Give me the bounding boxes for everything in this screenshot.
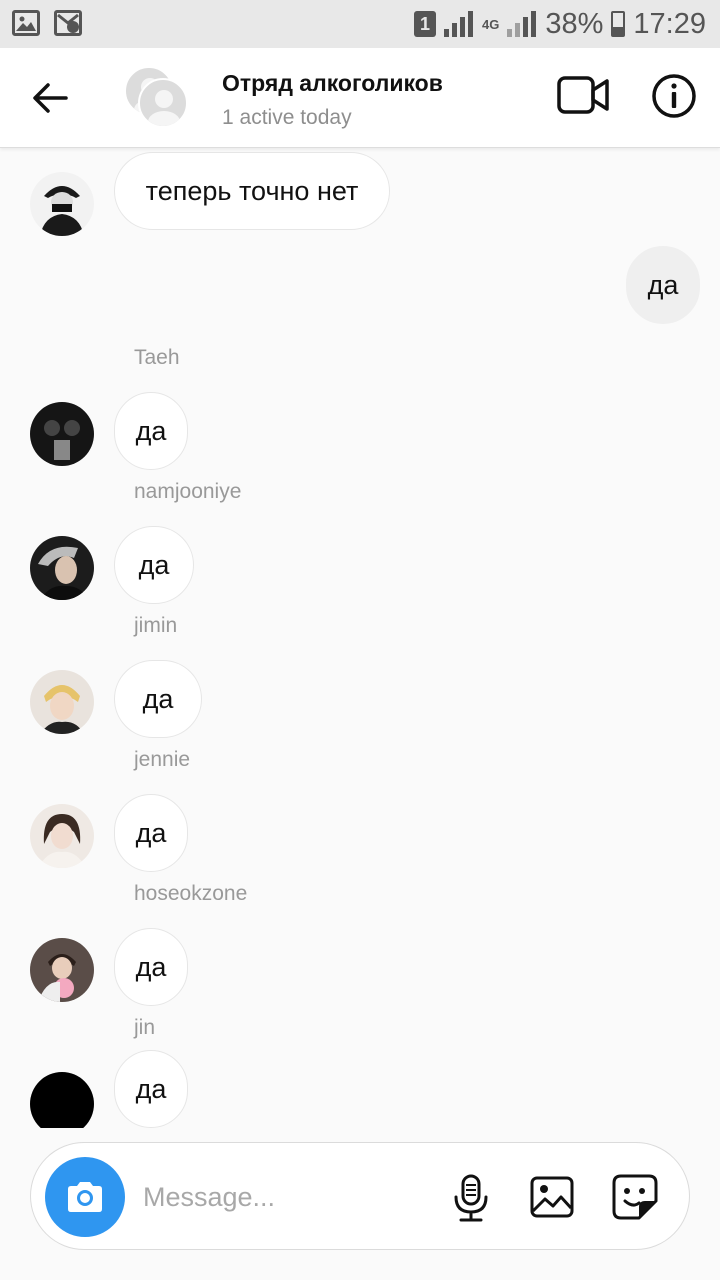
sender-name: jimin <box>134 614 178 637</box>
signal-strength-icon <box>507 11 537 37</box>
chat-header: Отряд алкоголиков 1 active today <box>0 48 720 148</box>
video-camera-icon <box>557 76 609 114</box>
sender-name: namjooniye <box>134 480 242 503</box>
message-bubble[interactable]: да <box>114 794 188 872</box>
voice-message-button[interactable] <box>449 1173 493 1223</box>
sender-name: Taeh <box>134 346 180 369</box>
sender-name: hoseokzone <box>134 882 248 905</box>
active-status: 1 active today <box>222 106 352 129</box>
avatar[interactable] <box>30 536 94 600</box>
gallery-button[interactable] <box>529 1175 575 1219</box>
status-bar: 1 4G 38% 17:29 <box>0 0 720 48</box>
group-avatar[interactable] <box>124 66 190 128</box>
avatar[interactable] <box>30 172 94 236</box>
gallery-notification-icon <box>12 10 40 36</box>
sim-slot-badge: 1 <box>414 11 437 37</box>
sticker-icon <box>612 1174 658 1220</box>
message-composer <box>30 1142 690 1250</box>
message-input[interactable] <box>143 1173 433 1221</box>
arrow-left-icon <box>33 83 68 113</box>
camera-button[interactable] <box>45 1157 125 1237</box>
info-button[interactable] <box>650 72 698 120</box>
battery-icon <box>611 11 626 37</box>
signal-strength-icon <box>444 11 474 37</box>
message-bubble[interactable]: теперь точно нет <box>114 152 390 230</box>
info-icon <box>652 74 696 118</box>
message-bubble[interactable]: да <box>114 1050 188 1128</box>
message-bubble[interactable]: да <box>114 526 194 604</box>
network-type: 4G <box>482 16 500 32</box>
avatar-placeholder <box>138 78 188 128</box>
clock: 17:29 <box>633 7 706 40</box>
back-button[interactable] <box>28 76 72 120</box>
notification-icons <box>12 10 82 36</box>
video-call-button[interactable] <box>556 74 612 116</box>
mail-notification-icon <box>54 10 82 36</box>
message-bubble[interactable]: да <box>114 392 188 470</box>
message-bubble[interactable]: да <box>114 928 188 1006</box>
microphone-icon <box>454 1174 488 1222</box>
battery-percent: 38% <box>545 7 604 40</box>
camera-icon <box>68 1182 102 1212</box>
message-bubble[interactable]: да <box>114 660 202 738</box>
avatar[interactable] <box>30 670 94 734</box>
avatar[interactable] <box>30 804 94 868</box>
message-thread[interactable]: теперь точно нет да Taeh да namjooniye д… <box>0 150 720 1128</box>
chat-title[interactable]: Отряд алкоголиков <box>222 70 443 97</box>
avatar[interactable] <box>30 938 94 1002</box>
image-icon <box>530 1176 574 1218</box>
avatar[interactable] <box>30 402 94 466</box>
sticker-button[interactable] <box>611 1173 659 1221</box>
message-bubble-mine[interactable]: да <box>626 246 700 324</box>
sender-name: jennie <box>134 748 191 771</box>
sender-name: jin <box>134 1016 156 1039</box>
avatar[interactable] <box>30 1072 94 1128</box>
system-indicators: 1 4G 38% 17:29 <box>414 6 706 42</box>
